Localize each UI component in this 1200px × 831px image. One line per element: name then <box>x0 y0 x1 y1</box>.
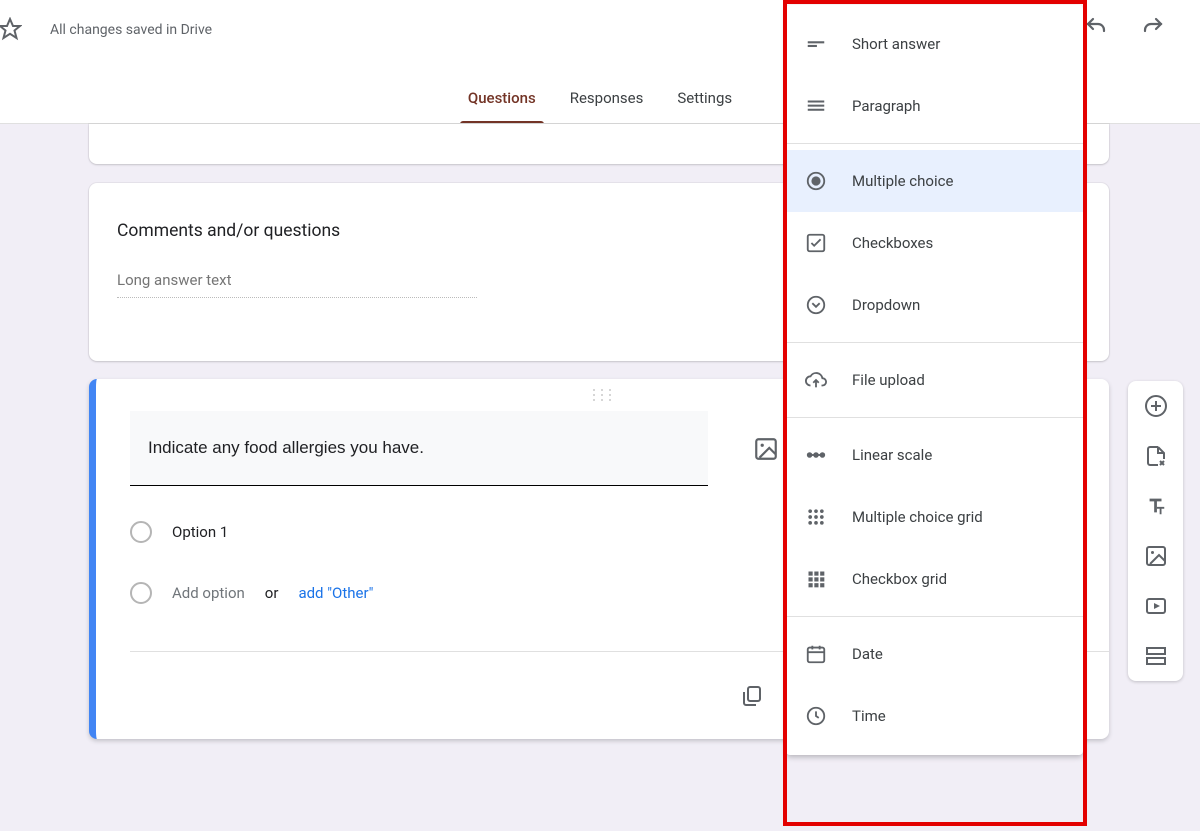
save-status: All changes saved in Drive <box>50 22 212 38</box>
menu-label: Date <box>852 645 883 663</box>
menu-item-paragraph[interactable]: Paragraph <box>786 75 1083 137</box>
menu-item-linear-scale[interactable]: Linear scale <box>786 424 1083 486</box>
menu-separator <box>786 143 1083 144</box>
menu-label: Multiple choice grid <box>852 508 983 526</box>
menu-label: File upload <box>852 371 925 389</box>
radio-icon <box>130 521 152 543</box>
menu-item-date[interactable]: Date <box>786 623 1083 685</box>
side-toolbar <box>1128 381 1183 681</box>
menu-label: Dropdown <box>852 296 920 314</box>
menu-item-short-answer[interactable]: Short answer <box>786 13 1083 75</box>
menu-label: Time <box>852 707 886 725</box>
dropdown-icon <box>804 293 828 317</box>
short-answer-icon <box>804 32 828 56</box>
radio-selected-icon <box>804 169 828 193</box>
menu-label: Paragraph <box>852 97 921 115</box>
menu-separator <box>786 616 1083 617</box>
linear-scale-icon <box>804 443 828 467</box>
menu-label: Short answer <box>852 35 940 53</box>
cb-grid-icon <box>804 567 828 591</box>
tab-questions[interactable]: Questions <box>468 89 536 121</box>
menu-item-cb-grid[interactable]: Checkbox grid <box>786 548 1083 610</box>
drag-handle-icon[interactable] <box>592 389 614 401</box>
menu-label: Checkbox grid <box>852 570 947 588</box>
long-answer-placeholder: Long answer text <box>117 271 477 298</box>
menu-separator <box>786 417 1083 418</box>
radio-icon <box>130 582 152 604</box>
star-icon[interactable] <box>0 17 22 41</box>
import-questions-button[interactable] <box>1143 443 1169 469</box>
menu-item-mc-grid[interactable]: Multiple choice grid <box>786 486 1083 548</box>
menu-label: Multiple choice <box>852 172 953 190</box>
menu-label: Linear scale <box>852 446 932 464</box>
add-image-button[interactable] <box>1143 543 1169 569</box>
duplicate-button[interactable] <box>732 676 772 716</box>
question-text-field[interactable] <box>148 438 708 458</box>
menu-item-checkboxes[interactable]: Checkboxes <box>786 212 1083 274</box>
checkbox-icon <box>804 231 828 255</box>
clock-icon <box>804 704 828 728</box>
upload-icon <box>804 368 828 392</box>
mc-grid-icon <box>804 505 828 529</box>
menu-separator <box>786 342 1083 343</box>
add-option-button[interactable]: Add option <box>172 584 245 602</box>
add-video-button[interactable] <box>1143 593 1169 619</box>
question-text-input[interactable] <box>130 411 708 486</box>
paragraph-icon <box>804 94 828 118</box>
menu-label: Checkboxes <box>852 234 933 252</box>
add-other-button[interactable]: add "Other" <box>298 584 373 602</box>
add-title-button[interactable] <box>1143 493 1169 519</box>
menu-item-file-upload[interactable]: File upload <box>786 349 1083 411</box>
redo-button[interactable] <box>1140 14 1166 40</box>
menu-item-multiple-choice[interactable]: Multiple choice <box>786 150 1083 212</box>
add-section-button[interactable] <box>1143 643 1169 669</box>
tab-responses[interactable]: Responses <box>570 89 644 121</box>
undo-button[interactable] <box>1083 14 1109 40</box>
question-type-menu[interactable]: Short answer Paragraph Multiple choice C… <box>786 5 1083 755</box>
menu-item-time[interactable]: Time <box>786 685 1083 747</box>
add-question-button[interactable] <box>1143 393 1169 419</box>
calendar-icon <box>804 642 828 666</box>
menu-item-dropdown[interactable]: Dropdown <box>786 274 1083 336</box>
or-label: or <box>265 584 279 602</box>
option-1-label[interactable]: Option 1 <box>172 523 228 541</box>
add-image-button[interactable] <box>746 429 786 469</box>
tab-settings[interactable]: Settings <box>677 89 732 121</box>
